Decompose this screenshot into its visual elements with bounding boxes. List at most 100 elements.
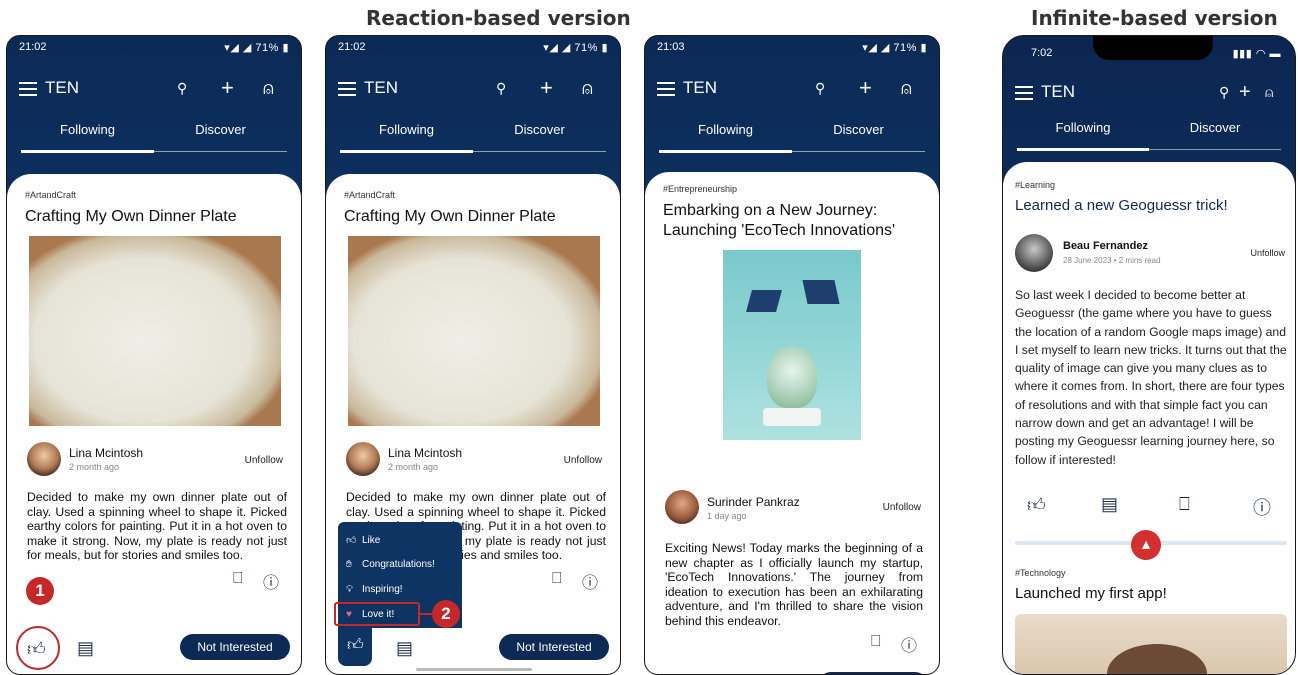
highlight-box [334, 602, 420, 626]
solar-panel [802, 280, 840, 304]
search-icon[interactable]: ⚲ [496, 76, 506, 100]
bookmark-icon[interactable]: ⎕ [552, 570, 562, 588]
comment-icon[interactable]: ▤ [396, 638, 413, 659]
status-bar: 7:02 ▮▮▮ ◠ ▬ [1003, 42, 1295, 64]
report-icon[interactable]: ⓘ [901, 632, 917, 656]
status-time: 21:02 [338, 41, 366, 53]
report-icon[interactable]: ⓘ [263, 569, 279, 593]
step-marker-1: 1 [26, 577, 54, 605]
tab-indicator [1017, 148, 1149, 151]
author-name[interactable]: Surinder Pankraz [707, 495, 800, 509]
status-bar: 21:03 ▾◢ ◢ 71% ▮ [645, 36, 939, 58]
unfollow-button[interactable]: Unfollow [883, 502, 921, 513]
tab-following[interactable]: Following [21, 122, 154, 137]
avatar[interactable] [1015, 234, 1053, 272]
report-icon[interactable]: ⓘ [582, 569, 598, 593]
menu-icon[interactable] [657, 82, 675, 96]
bell-icon[interactable]: ⍝ [263, 76, 274, 100]
status-bar: 21:02 ▾◢ ◢ 71% ▮ [326, 36, 620, 58]
post-body: Decided to make my own dinner plate out … [27, 490, 287, 562]
post-image [348, 236, 600, 426]
author-name[interactable]: Lina Mcintosh [388, 446, 462, 460]
tab-discover[interactable]: Discover [792, 122, 925, 137]
bell-icon[interactable]: ⍝ [1265, 80, 1273, 104]
post-tag[interactable]: #Learning [1015, 180, 1055, 190]
post-tag[interactable]: #ArtandCraft [25, 190, 76, 200]
brand-title: TEN [1041, 82, 1075, 101]
comment-icon[interactable]: ▤ [77, 638, 94, 659]
report-icon[interactable]: ⓘ [1253, 494, 1271, 520]
post-body: Exciting News! Today marks the beginning… [665, 541, 923, 628]
reaction-inspiring[interactable]: 💡︎ Inspiring! [346, 584, 403, 595]
post-title-2[interactable]: Launched my first app! [1015, 584, 1281, 604]
add-icon[interactable]: + [1239, 80, 1251, 104]
avatar[interactable] [665, 490, 699, 524]
status-icons: ▮▮▮ ◠ ▬ [1232, 48, 1281, 60]
post-tag-2[interactable]: #Technology [1015, 568, 1066, 578]
post-title[interactable]: Embarking on a New Journey: Launching 'E… [663, 201, 909, 241]
post-image [723, 250, 861, 440]
clap-icon: ✋︎ [346, 559, 352, 570]
avatar[interactable] [346, 442, 380, 476]
menu-icon[interactable] [338, 82, 356, 96]
post-tag[interactable]: #ArtandCraft [344, 190, 395, 200]
app-bar: TEN ⚲ + ⍝ [326, 70, 620, 106]
phone-1: 21:02 ▾◢ ◢ 71% ▮ TEN ⚲ + ⍝ Following Dis… [6, 35, 302, 675]
post-title[interactable]: Learned a new Geoguessr trick! [1015, 196, 1281, 216]
menu-icon[interactable] [19, 82, 37, 96]
search-icon[interactable]: ⚲ [177, 76, 187, 100]
feed-tabs: Following Discover [1017, 114, 1281, 151]
reaction-like[interactable]: 👍︎ Like [346, 534, 380, 546]
post-title[interactable]: Crafting My Own Dinner Plate [25, 207, 287, 227]
tab-discover[interactable]: Discover [154, 122, 287, 137]
brand-title: TEN [364, 78, 398, 97]
app-bar: TEN ⚲ + ⍝ [645, 70, 939, 106]
scroll-up-icon[interactable]: ▲ [1131, 530, 1161, 560]
search-icon[interactable]: ⚲ [815, 76, 825, 100]
bell-icon[interactable]: ⍝ [582, 76, 593, 100]
status-bar: 21:02 ▾◢ ◢ 71% ▮ [7, 36, 301, 58]
menu-icon[interactable] [1015, 86, 1033, 100]
like-icon[interactable]: 👍︎ [1027, 494, 1046, 516]
feed-tabs: Following Discover [21, 116, 287, 153]
post-tag[interactable]: #Entrepreneurship [663, 184, 737, 194]
unfollow-button[interactable]: Unfollow [564, 455, 602, 466]
not-interested-button[interactable]: Not Interested [499, 634, 609, 660]
home-indicator [416, 668, 532, 671]
post-date: 28 June 2023 • 2 mins read [1063, 256, 1161, 265]
lightbulb-image [767, 346, 817, 408]
add-icon[interactable]: + [859, 76, 872, 100]
reaction-congratulations[interactable]: ✋︎ Congratulations! [346, 559, 435, 570]
tab-following[interactable]: Following [1017, 120, 1149, 135]
post-title[interactable]: Crafting My Own Dinner Plate [344, 207, 606, 227]
comment-icon[interactable]: ▤ [1101, 494, 1118, 515]
bookmark-icon[interactable]: ⎕ [233, 570, 243, 588]
tab-indicator [659, 150, 792, 153]
search-icon[interactable]: ⚲ [1219, 80, 1229, 104]
tab-discover[interactable]: Discover [473, 122, 606, 137]
unfollow-button[interactable]: Unfollow [1250, 248, 1285, 258]
status-time: 21:03 [657, 41, 685, 53]
post-date: 2 month ago [69, 462, 120, 472]
brand-title: TEN [45, 78, 79, 97]
author-name[interactable]: Lina Mcintosh [69, 446, 143, 460]
tab-following[interactable]: Following [340, 122, 473, 137]
unfollow-button[interactable]: Unfollow [245, 455, 283, 466]
bookmark-icon[interactable]: ⎕ [1179, 494, 1190, 515]
status-icons: ▾◢ ◢ 71% ▮ [862, 42, 927, 54]
author-name[interactable]: Beau Fernandez [1063, 240, 1148, 252]
avatar[interactable] [27, 442, 61, 476]
status-time: 7:02 [1031, 47, 1053, 59]
tab-following[interactable]: Following [659, 122, 792, 137]
bell-icon[interactable]: ⍝ [901, 76, 912, 100]
bookmark-icon[interactable]: ⎕ [871, 633, 881, 651]
status-icons: ▾◢ ◢ 71% ▮ [224, 42, 289, 54]
reaction-trigger[interactable]: 👍︎ [338, 628, 372, 666]
not-interested-button[interactable]: Not Interested [180, 634, 290, 660]
post-date: 2 month ago [388, 462, 439, 472]
add-icon[interactable]: + [540, 76, 553, 100]
tab-discover[interactable]: Discover [1149, 120, 1281, 135]
add-icon[interactable]: + [221, 76, 234, 100]
image-pedestal [763, 408, 821, 426]
status-icons: ▾◢ ◢ 71% ▮ [543, 42, 608, 54]
